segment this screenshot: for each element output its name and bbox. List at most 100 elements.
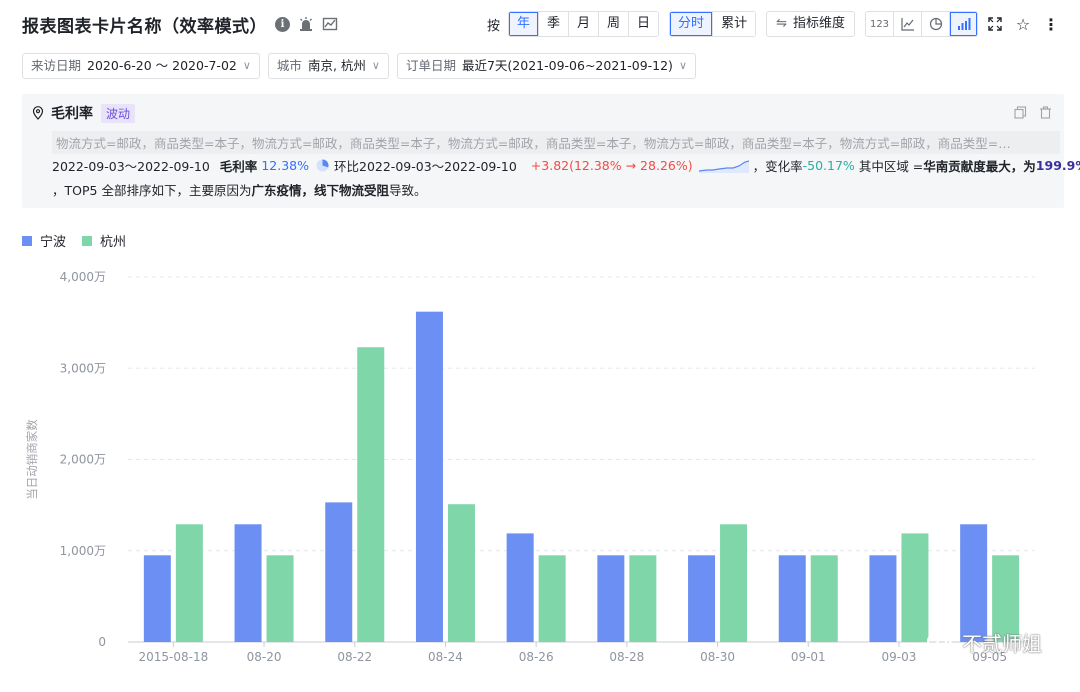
chart-legend: 宁波 杭州 [22,231,142,250]
insight-compare-label: 环比 [333,159,359,174]
chevron-down-icon: ∨ [678,59,687,72]
location-pin-icon [32,106,44,120]
bar-ningbo[interactable] [415,311,443,642]
insight-summary-line: 2022-09-03～2022-09-10 毛利率 12.38% 环比 2022… [52,156,1080,175]
insight-metric-label: 毛利率 [219,159,258,174]
mode-selector: 分时 累计 [669,11,757,37]
progress-ring-icon [316,159,329,172]
line-chart-button[interactable] [893,12,921,36]
bar-chart: 0 1,000万 2,000万 3,000万 4,000万当日动销商家数 2015-08-… [25,270,1035,664]
filter-label: 订单日期 [405,58,456,73]
bar-ningbo[interactable] [597,555,625,642]
insight-change-rate-label: ，变化率 [752,159,803,174]
watermark-text: 不贰师姐 [962,632,1042,656]
bar-hangzhou[interactable] [901,533,929,642]
bar-ningbo[interactable] [143,555,171,642]
dimension-button[interactable]: ⇋ 指标维度 [766,11,855,37]
bar-ningbo[interactable] [688,555,716,642]
period-by-label: 按 [486,18,500,34]
mode-split[interactable]: 分时 [670,12,713,36]
bar-ningbo[interactable] [506,533,534,642]
filter-value: 最近7天(2021-09-06~2021-09-12) [461,58,673,73]
insight-contrib-value: 199.9% [1035,158,1080,173]
bar-ningbo[interactable] [960,524,988,642]
bar-chart-icon [957,18,970,30]
period-day[interactable]: 日 [628,12,659,36]
period-quarter[interactable]: 季 [537,12,568,36]
x-tick-label: 08-30 [700,650,735,664]
legend-label: 宁波 [40,235,67,250]
chart-toolbar: 按 年 季 月 周 日 分时 累计 ⇋ 指标维度 123 ☆ ⋮ [487,10,1062,38]
sparkline-icon [698,159,749,173]
copy-icon[interactable] [1014,106,1027,119]
period-month[interactable]: 月 [568,12,599,36]
filter-visit-date[interactable]: 来访日期 2020-6-20 ～ 2020-7-02 ∨ [22,53,260,79]
insight-reason-2: 线下物流受阻 [313,183,389,198]
insight-region-text: 其中区域 = [858,159,924,174]
filter-label: 来访日期 [31,58,82,73]
more-icon[interactable]: ⋮ [1040,13,1062,35]
period-selector: 年 季 月 周 日 [507,11,660,37]
insight-actions [1014,106,1052,119]
period-year[interactable]: 年 [508,12,538,36]
x-tick-label: 09-01 [791,650,826,664]
fullscreen-icon[interactable] [984,13,1006,35]
watermark: 不贰师姐 [926,628,1042,657]
pie-chart-button[interactable] [921,12,949,36]
line-chart-icon [900,18,914,31]
x-tick-label: 08-24 [428,650,463,664]
insight-filter-text: 物流方式=邮政，商品类型=本子，物流方式=邮政，商品类型=本子，物流方式=邮政，… [52,131,1060,154]
bar-ningbo[interactable] [778,555,806,642]
swap-icon: ⇋ [776,16,787,31]
insight-metric-value: 12.38% [261,158,309,173]
pie-chart-icon [929,17,942,31]
wechat-icon [927,632,953,652]
bar-hangzhou[interactable] [447,504,475,642]
chart-type-selector: 123 [865,11,978,37]
chevron-down-icon: ∨ [242,59,251,72]
legend-label: 杭州 [100,235,127,250]
period-week[interactable]: 周 [598,12,629,36]
dimension-button-label: 指标维度 [792,16,845,31]
insight-contrib-text: ，为 [1010,159,1036,174]
filter-city[interactable]: 城市 南京, 杭州 ∨ [267,53,389,79]
x-tick-label: 09-03 [882,650,917,664]
y-axis-label: 当日动销商家数 [25,419,39,500]
filter-value: 南京, 杭州 [307,58,366,73]
insight-tag: 波动 [101,103,136,123]
star-icon[interactable]: ☆ [1012,13,1034,35]
trash-icon[interactable] [1039,106,1052,119]
y-tick-label: 0 [98,635,106,649]
bar-ningbo[interactable] [234,524,262,642]
x-tick-label: 08-26 [519,650,554,664]
filter-label: 城市 [276,58,302,73]
insight-reason-line: ，TOP5 全部排序如下，主要原因为广东疫情，线下物流受阻导致。 [52,180,427,199]
bar-hangzhou[interactable] [538,555,566,642]
insight-compare-period: 2022-09-03～2022-09-10 [359,159,517,174]
bar-hangzhou[interactable] [720,524,748,642]
bar-hangzhou[interactable] [629,555,657,642]
bar-hangzhou[interactable] [266,555,294,642]
bar-hangzhou[interactable] [175,524,203,642]
alarm-icon[interactable] [298,16,314,32]
info-icon[interactable]: i [275,16,290,32]
filter-value: 2020-6-20 ～ 2020-7-02 [87,58,237,73]
number-view-button[interactable]: 123 [866,12,893,36]
legend-item-ningbo[interactable]: 宁波 [22,231,66,250]
y-tick-label: 3,000万 [60,361,106,375]
x-tick-label: 08-22 [337,650,372,664]
x-tick-label: 08-20 [247,650,282,664]
bar-hangzhou[interactable] [810,555,838,642]
insight-reason-sep: ， [301,183,314,198]
legend-swatch [82,235,93,246]
legend-item-hangzhou[interactable]: 杭州 [82,231,126,250]
mode-cumulative[interactable]: 累计 [712,12,756,36]
image-chart-icon[interactable] [322,16,338,32]
bar-ningbo[interactable] [325,502,353,642]
filter-order-date[interactable]: 订单日期 最近7天(2021-09-06~2021-09-12) ∨ [396,53,696,79]
x-tick-label: 2015-08-18 [138,650,208,664]
bar-ningbo[interactable] [869,555,897,642]
bar-chart-button[interactable] [949,12,977,36]
insight-panel: 毛利率 波动 物流方式=邮政，商品类型=本子，物流方式=邮政，商品类型=本子，物… [22,94,1080,208]
bar-hangzhou[interactable] [357,347,385,642]
